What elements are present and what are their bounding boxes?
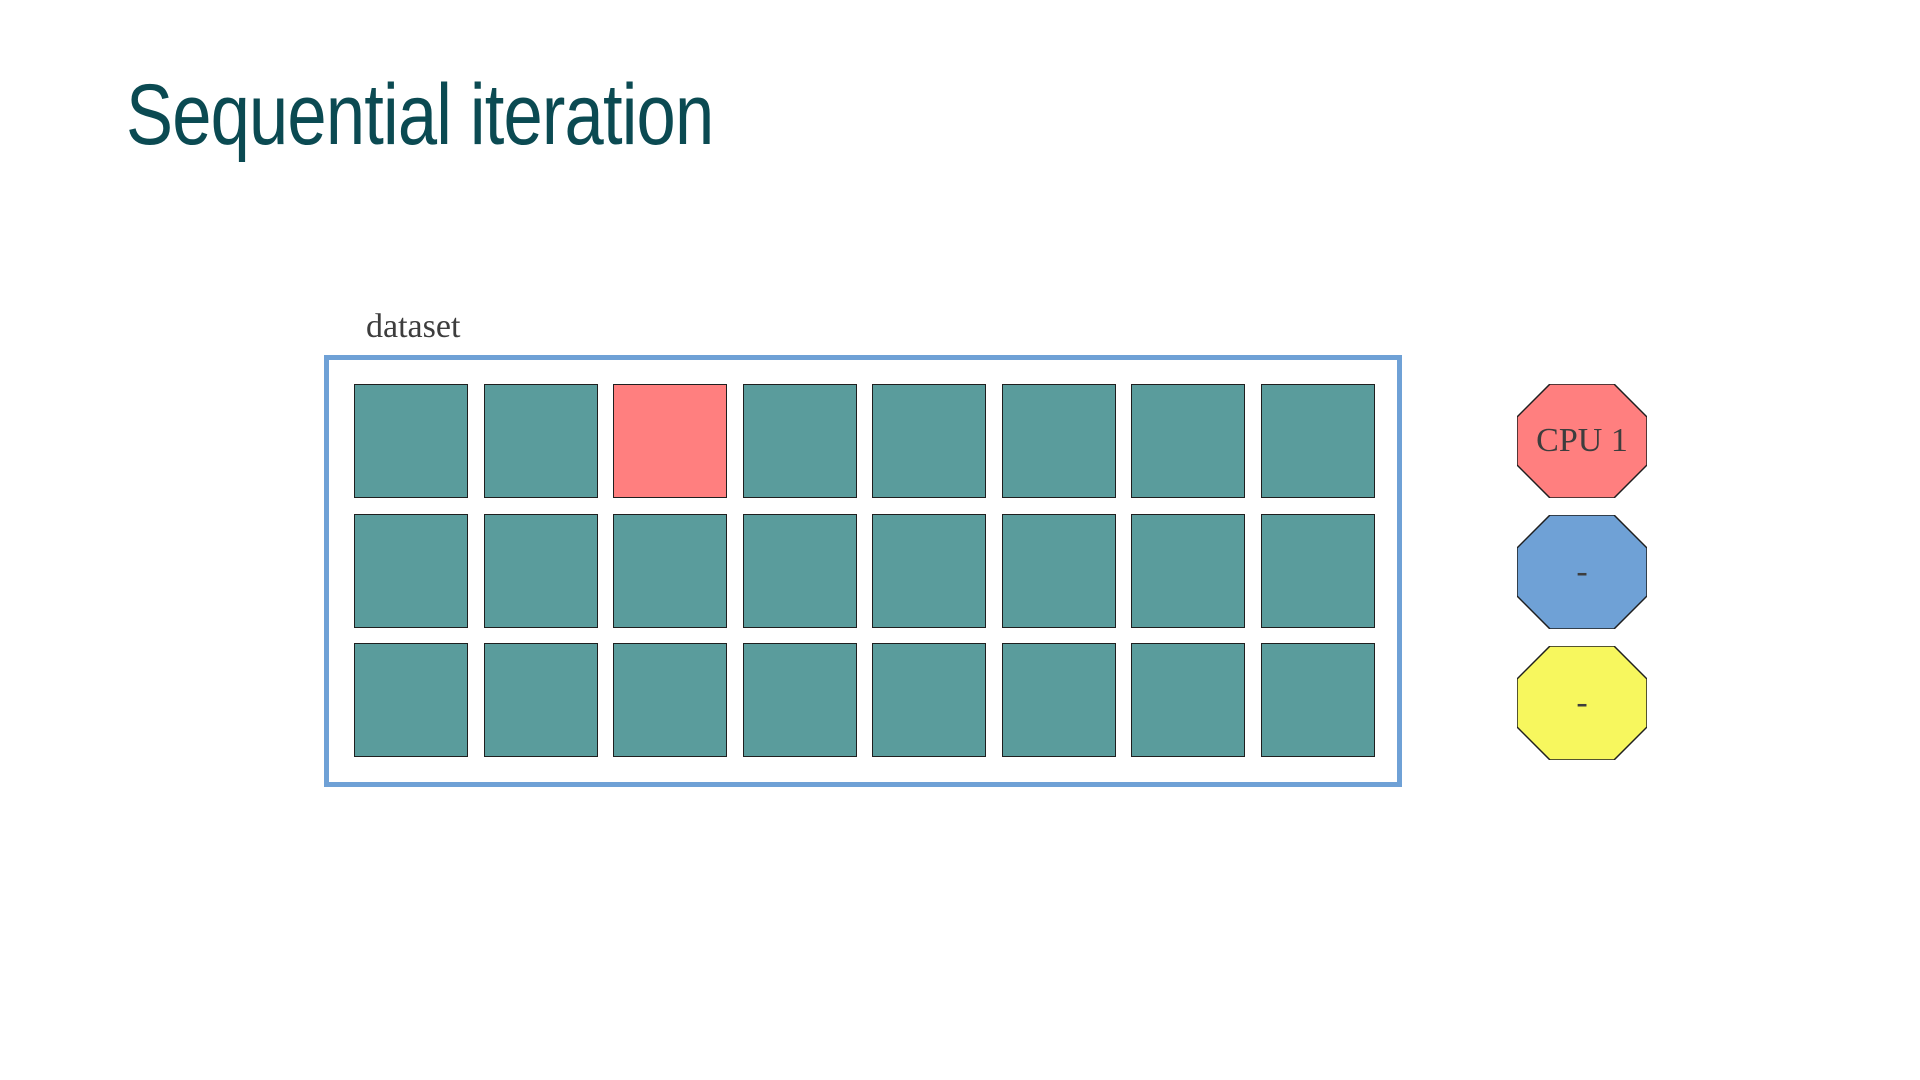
cpu-unit-2: -	[1517, 515, 1647, 629]
dataset-cell	[1131, 643, 1245, 757]
dataset-cell	[613, 513, 727, 628]
dataset-cell	[483, 643, 598, 757]
dataset-cell	[872, 384, 986, 498]
dataset-grid	[354, 384, 1380, 758]
dataset-cell	[872, 513, 986, 628]
cpu-unit-1: CPU 1	[1517, 384, 1647, 498]
cpu-3-label: -	[1576, 684, 1588, 721]
slide-title: Sequential iteration	[126, 67, 714, 163]
dataset-cell	[872, 643, 986, 757]
dataset-cell	[1131, 384, 1245, 498]
dataset-cell	[1260, 643, 1375, 757]
dataset-cell	[354, 643, 468, 757]
dataset-cell	[613, 643, 727, 757]
dataset-cell	[1260, 384, 1375, 498]
dataset-cell	[1001, 513, 1116, 628]
dataset-cell	[742, 643, 857, 757]
dataset-cell	[742, 513, 857, 628]
dataset-cell	[1001, 643, 1116, 757]
cpu-unit-3: -	[1517, 646, 1647, 760]
dataset-cell	[1260, 513, 1375, 628]
dataset-cell	[354, 384, 468, 498]
cpu-1-label: CPU 1	[1536, 422, 1628, 459]
dataset-cell	[483, 513, 598, 628]
cpu-panel: CPU 1 - -	[1517, 384, 1647, 760]
dataset-label: dataset	[366, 308, 461, 345]
dataset-cell	[354, 513, 468, 628]
dataset-cell	[1131, 513, 1245, 628]
dataset-cell	[483, 384, 598, 498]
cpu-2-label: -	[1576, 553, 1588, 590]
dataset-cell-active	[613, 384, 727, 498]
dataset-cell	[1001, 384, 1116, 498]
dataset-cell	[742, 384, 857, 498]
